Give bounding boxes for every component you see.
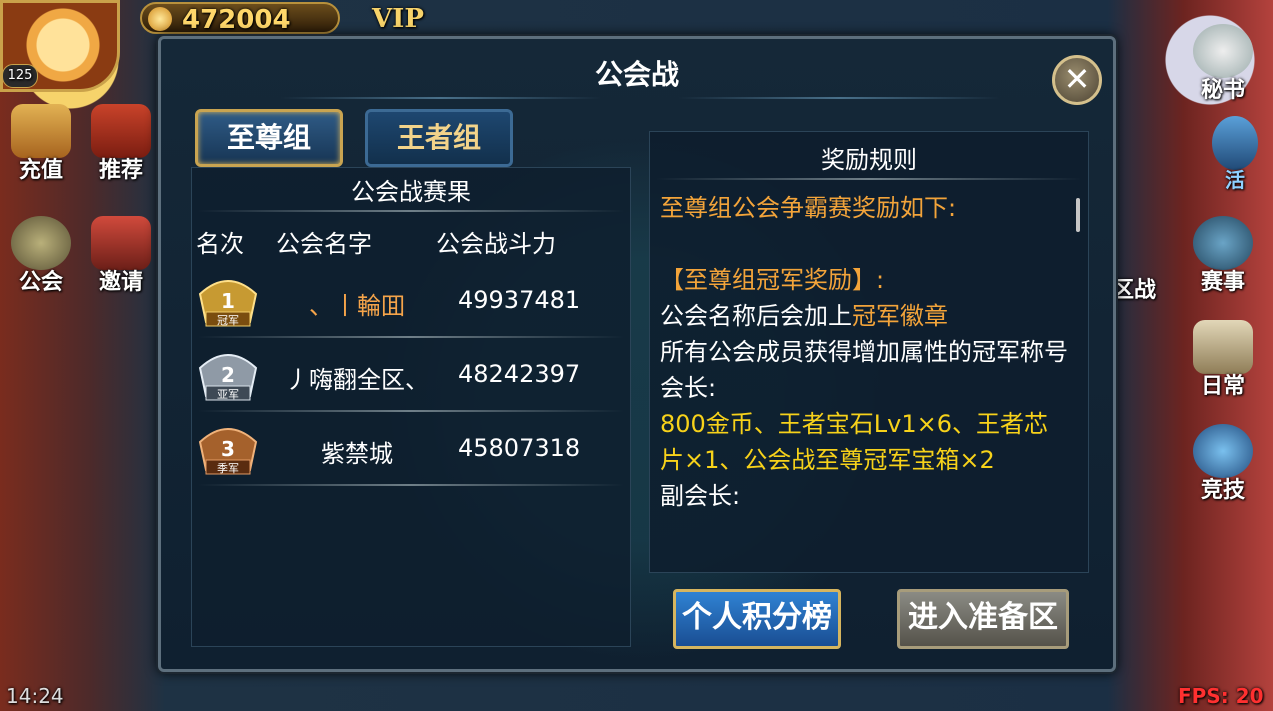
dialog-title: 公会战 <box>594 58 679 91</box>
guild-power: 48242397 <box>458 360 581 388</box>
gold-medal-icon: 1 冠军 <box>198 280 258 327</box>
column-header-rank: 名次 <box>196 230 244 258</box>
vice-leader-label: 副会长: <box>660 482 741 510</box>
gift-icon <box>11 104 71 158</box>
reward-line-title: 所有公会成员获得增加属性的冠军称号 <box>660 338 1068 366</box>
tab-king-group[interactable]: 王者组 <box>365 109 513 167</box>
vs-icon <box>1193 424 1253 478</box>
svg-text:亚军: 亚军 <box>217 388 239 401</box>
megaphone-icon <box>1212 116 1258 170</box>
recharge-label: 充值 <box>18 158 63 183</box>
player-level-badge: 125 <box>2 64 38 88</box>
guild-war-results-panel: 公会战赛果 名次 公会名字 公会战斗力 1 冠军 、丨輪囬 49937481 2… <box>191 167 631 647</box>
title-divider-left <box>281 97 601 99</box>
svg-text:冠军: 冠军 <box>217 314 239 327</box>
activity-label: 活 <box>1225 168 1245 192</box>
coin-icon <box>148 7 172 31</box>
guild-power: 45807318 <box>458 434 581 462</box>
invite-button[interactable]: 邀请 <box>86 216 156 295</box>
secretary-label: 秘书 <box>1200 78 1245 103</box>
column-header-guild-name: 公会名字 <box>276 230 372 258</box>
enter-prep-area-button[interactable]: 进入准备区 <box>897 589 1069 649</box>
vip-badge[interactable]: VIP <box>372 4 424 34</box>
table-row[interactable]: 3 季军 紫禁城 45807318 <box>192 414 632 488</box>
results-title: 公会战赛果 <box>351 178 471 206</box>
svg-text:季军: 季军 <box>217 462 239 475</box>
column-header-guild-power: 公会战斗力 <box>436 230 556 258</box>
reward-rules-panel[interactable]: 奖励规则 至尊组公会争霸赛奖励如下: 【至尊组冠军奖励】: 公会名称后会加上冠军… <box>649 131 1089 573</box>
divider <box>198 484 624 486</box>
svg-text:2: 2 <box>221 363 235 387</box>
leader-rewards: 800金币、王者宝石Lv1×6、王者芯片×1、公会战至尊冠军宝箱×2 <box>660 410 1049 474</box>
invite-icon <box>91 216 151 270</box>
title-divider-right <box>679 97 999 99</box>
invite-label: 邀请 <box>98 270 143 295</box>
reward-rules-title: 奖励规则 <box>821 146 917 174</box>
table-row[interactable]: 2 亚军 丿嗨翻全区、 48242397 <box>192 340 632 414</box>
clock: 14:24 <box>6 684 64 708</box>
activity-button[interactable]: 活 <box>1200 116 1270 192</box>
recommend-button[interactable]: 推荐 <box>86 104 156 183</box>
events-label: 赛事 <box>1200 270 1245 295</box>
guild-label: 公会 <box>18 270 63 295</box>
table-row[interactable]: 1 冠军 、丨輪囬 49937481 <box>192 266 632 340</box>
recharge-button[interactable]: 充值 <box>4 104 78 183</box>
leader-label: 会长: <box>660 374 717 402</box>
champion-reward-header: 【至尊组冠军奖励】: <box>660 266 885 294</box>
tab-supreme-group[interactable]: 至尊组 <box>195 109 343 167</box>
reward-rules-text: 至尊组公会争霸赛奖励如下: 【至尊组冠军奖励】: 公会名称后会加上冠军徽章 所有… <box>660 190 1072 514</box>
guild-name: 紫禁城 <box>321 440 393 468</box>
book-icon <box>1193 320 1253 374</box>
secretary-avatar-icon <box>1193 24 1253 78</box>
fps-counter: FPS: 20 <box>1178 684 1264 708</box>
scrollbar[interactable] <box>1076 198 1080 232</box>
region-war-label[interactable]: 区战 <box>1112 272 1156 304</box>
guild-power: 49937481 <box>458 286 581 314</box>
target-icon <box>91 104 151 158</box>
svg-text:3: 3 <box>221 437 235 461</box>
champion-badge-highlight: 冠军徽章 <box>852 302 948 330</box>
reward-line-badge: 公会名称后会加上冠军徽章 <box>660 298 1072 334</box>
svg-text:1: 1 <box>221 289 235 313</box>
reward-intro: 至尊组公会争霸赛奖励如下: <box>660 194 957 222</box>
guild-war-dialog: 公会战 至尊组 王者组 公会战赛果 名次 公会名字 公会战斗力 1 冠军 、丨輪… <box>158 36 1116 672</box>
guild-name: 丿嗨翻全区、 <box>285 366 429 394</box>
secretary-button[interactable]: 秘书 <box>1186 24 1260 103</box>
arena-button[interactable]: 竞技 <box>1186 424 1260 503</box>
divider <box>656 178 1082 180</box>
events-button[interactable]: 赛事 <box>1186 216 1260 295</box>
personal-ranking-button[interactable]: 个人积分榜 <box>673 589 841 649</box>
bronze-medal-icon: 3 季军 <box>198 428 258 475</box>
guild-button[interactable]: 公会 <box>4 216 78 295</box>
arena-label: 竞技 <box>1200 478 1245 503</box>
gold-counter: 472004 <box>140 2 340 35</box>
divider <box>198 210 624 212</box>
crossed-swords-icon <box>1193 216 1253 270</box>
gold-value: 472004 <box>182 5 291 35</box>
divider <box>198 336 624 338</box>
silver-medal-icon: 2 亚军 <box>198 354 258 401</box>
recommend-label: 推荐 <box>98 158 143 183</box>
daily-label: 日常 <box>1200 374 1245 399</box>
divider <box>198 410 624 412</box>
guild-emblem-icon <box>11 216 71 270</box>
guild-name: 、丨輪囬 <box>309 292 405 320</box>
close-button[interactable]: ✕ <box>1052 55 1102 105</box>
daily-button[interactable]: 日常 <box>1186 320 1260 399</box>
reward-line-badge-text: 公会名称后会加上 <box>660 302 852 330</box>
